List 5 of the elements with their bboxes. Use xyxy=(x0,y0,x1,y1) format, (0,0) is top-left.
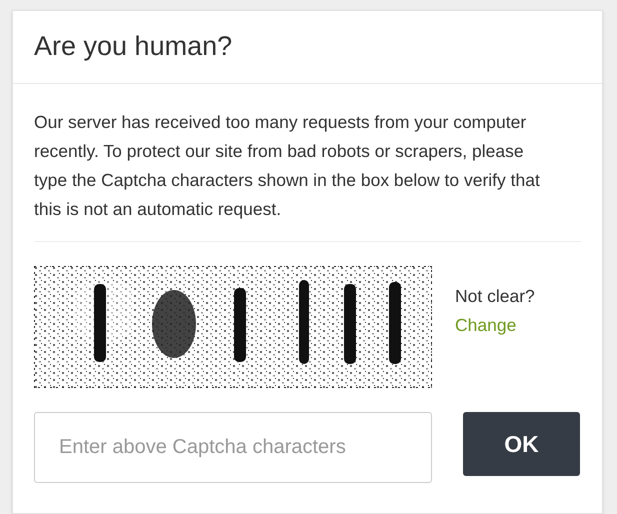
ok-button[interactable]: OK xyxy=(463,412,580,476)
hint-text: Not clear? xyxy=(455,285,535,308)
captcha-input-field[interactable]: Enter above Captcha characters xyxy=(34,412,432,483)
dialog-title: Are you human? xyxy=(34,32,232,62)
message-text: Our server has received too many requests from your computer recently. To protect our site from bad robots or scrapers, please type the Captcha characters shown in the box below to verify that this is not an automatic request. xyxy=(34,84,581,242)
